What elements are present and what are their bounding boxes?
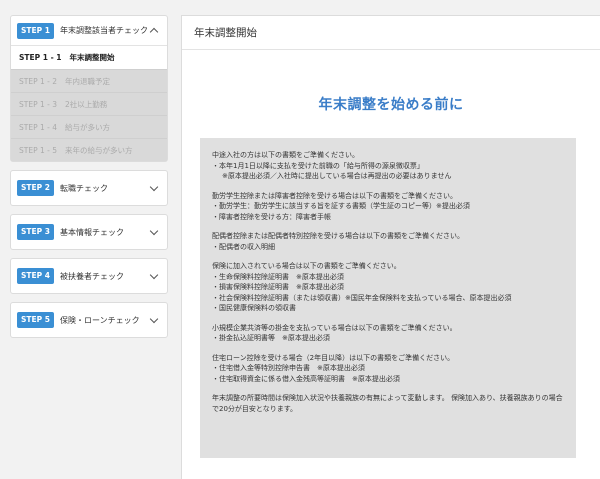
instruction-line: ・住宅取得資金に係る借入金残高等証明書 ※原本提出必須 <box>212 374 400 383</box>
step-title: 保険・ローンチェック <box>59 315 140 325</box>
main-panel: 年末調整開始 年末調整を始める前に 中途入社の方は以下の書類をご準備ください。・… <box>181 15 600 479</box>
step-card-5: STEP 5 保険・ローンチェック <box>10 302 168 338</box>
section-heading: 年末調整を始める前に <box>318 97 464 113</box>
chevron-up-icon[interactable] <box>149 27 159 37</box>
step-badge: STEP 4 <box>17 268 54 284</box>
substep-label: 年末調整開始 <box>69 53 115 62</box>
step-header-2[interactable]: STEP 2 転職チェック <box>11 171 167 205</box>
instruction-line: ※原本提出必須／入社時に提出している場合は再提出の必要はありません <box>222 172 452 180</box>
substep-item-1[interactable]: STEP 1 - 1 年末調整開始 <box>11 46 167 69</box>
step-badge: STEP 2 <box>17 180 54 196</box>
step-card-4: STEP 4 被扶養者チェック <box>10 258 168 294</box>
step-title: 基本情報チェック <box>59 227 124 237</box>
instruction-paragraph: 年末調整の所要時間は保険加入状況や扶養親族の有無によって変動します。 保険加入あ… <box>212 393 566 414</box>
substep-code: STEP 1 - 4 <box>19 122 58 132</box>
step-header-4[interactable]: STEP 4 被扶養者チェック <box>11 259 167 293</box>
instruction-paragraph: 住宅ローン控除を受ける場合（2年目以降）は以下の書類をご準備ください。 ・住宅借入… <box>212 353 566 385</box>
instruction-line: 住宅ローン控除を受ける場合（2年目以降）は以下の書類をご準備ください。 <box>212 353 455 362</box>
substep-code: STEP 1 - 3 <box>19 99 58 109</box>
chevron-down-icon[interactable] <box>149 182 159 191</box>
step-header-3[interactable]: STEP 3 基本情報チェック <box>11 215 167 249</box>
instruction-line: ・損害保険料控除証明書 ※原本提出必須 <box>212 283 344 291</box>
panel-header: 年末調整開始 <box>182 16 600 50</box>
instruction-line: 保険に加入されている場合は以下の書類をご準備ください。 <box>212 262 401 270</box>
step-badge: STEP 5 <box>17 312 54 328</box>
instruction-line: 年末調整の所要時間は保険加入状況や扶養親族の有無によって変動します。 保険加入あ… <box>212 394 563 413</box>
substep-label: 給与が多い方 <box>65 122 111 132</box>
substep-item-3: STEP 1 - 3 2社以上勤務 <box>11 92 167 115</box>
chevron-down-icon[interactable] <box>149 314 159 323</box>
substep-label: 年内退職予定 <box>65 76 111 86</box>
instruction-line: ・本年1月1日以降に支払を受けた前職の「給与所得の源泉徴収票」 <box>212 161 424 170</box>
step-header-1[interactable]: STEP 1 年末調整該当者チェック <box>11 16 167 46</box>
step-card-1: STEP 1 年末調整該当者チェック STEP 1 - 1 年末調整開始 STEP 1 … <box>10 15 168 162</box>
step-title: 転職チェック <box>59 183 108 193</box>
instruction-line: 小規模企業共済等の掛金を支払っている場合は以下の書類をご準備ください。 <box>212 323 457 332</box>
instruction-paragraph: 中途入社の方は以下の書類をご準備ください。・本年1月1日以降に支払を受けた前職の… <box>212 150 566 182</box>
step-title: 年末調整該当者チェック <box>59 26 148 35</box>
substep-label: 来年の給与が多い方 <box>65 145 133 155</box>
instruction-line: ・勤労学生：勤労学生に該当する旨を証する書類（学生証のコピー等）※提出必須 <box>212 202 470 210</box>
instruction-line: ・社会保険料控除証明書（または領収書）※国民年金保険料を支払っている場合、原本提… <box>212 293 512 302</box>
page-title: 年末調整開始 <box>194 27 257 39</box>
substep-item-4: STEP 1 - 4 給与が多い方 <box>11 115 167 138</box>
substep-code: STEP 1 - 1 <box>19 53 62 62</box>
instruction-line: ・住宅借入金等特別控除申告書 ※原本提出必須 <box>212 364 365 372</box>
instruction-paragraph: 配偶者控除または配偶者特別控除を受ける場合は以下の書類をご準備ください。 ・配偶者… <box>212 231 566 252</box>
substep-item-2: STEP 1 - 2 年内退職予定 <box>11 69 167 92</box>
substep-code: STEP 1 - 2 <box>19 76 58 86</box>
step-card-2: STEP 2 転職チェック <box>10 170 168 206</box>
instruction-line: 中途入社の方は以下の書類をご準備ください。 <box>212 151 359 159</box>
substep-code: STEP 1 - 5 <box>19 145 58 155</box>
substep-item-5: STEP 1 - 5 来年の給与が多い方 <box>11 138 167 161</box>
instruction-line: ・配偶者の収入明細 <box>212 242 275 251</box>
chevron-down-icon[interactable] <box>149 270 159 279</box>
chevron-down-icon[interactable] <box>149 226 159 235</box>
instruction-paragraph: 小規模企業共済等の掛金を支払っている場合は以下の書類をご準備ください。 ・掛金払込… <box>212 323 566 344</box>
step-sidebar: STEP 1 年末調整該当者チェック STEP 1 - 1 年末調整開始 STEP 1 … <box>10 15 168 346</box>
instruction-line: ・掛金払込証明書等 ※原本提出必須 <box>212 334 330 342</box>
instruction-paragraph: 勤労学生控除または障害者控除を受ける場合は以下の書類をご準備ください。・勤労学生… <box>212 191 566 223</box>
instruction-line: 配偶者控除または配偶者特別控除を受ける場合は以下の書類をご準備ください。 <box>212 232 464 240</box>
step-card-3: STEP 3 基本情報チェック <box>10 214 168 250</box>
instruction-line: ・生命保険料控除証明書 ※原本提出必須 <box>212 272 344 281</box>
instruction-line: ・障害者控除を受ける方：障害者手帳 <box>212 212 331 221</box>
step-badge: STEP 3 <box>17 224 54 240</box>
step-title: 被扶養者チェック <box>59 271 124 281</box>
instructions-box: 中途入社の方は以下の書類をご準備ください。・本年1月1日以降に支払を受けた前職の… <box>200 138 576 458</box>
substep-label: 2社以上勤務 <box>65 99 108 109</box>
instruction-line: ・国民健康保険料の領収書 <box>212 304 296 312</box>
step-header-5[interactable]: STEP 5 保険・ローンチェック <box>11 303 167 337</box>
instruction-line: 勤労学生控除または障害者控除を受ける場合は以下の書類をご準備ください。 <box>212 191 457 200</box>
instruction-paragraph: 保険に加入されている場合は以下の書類をご準備ください。 ・生命保険料控除証明書 ※… <box>212 261 566 314</box>
step-badge: STEP 1 <box>17 22 54 39</box>
